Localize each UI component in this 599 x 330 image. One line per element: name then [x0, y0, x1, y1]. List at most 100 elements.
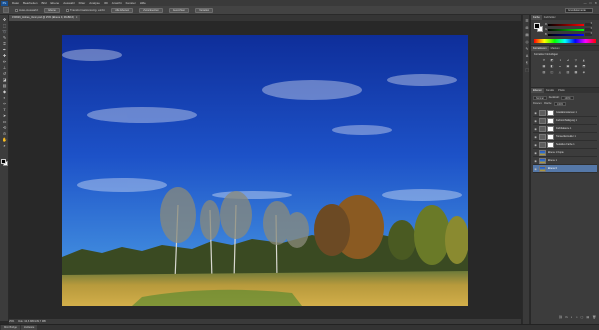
navigator-icon[interactable]: ◎	[524, 40, 530, 45]
show-transform-checkbox[interactable]: Transformationsstrg. einbl.	[65, 8, 105, 12]
red-slider-track[interactable]	[548, 23, 584, 26]
history-brush-tool-icon[interactable]: ↺	[1, 71, 8, 76]
type-tool-icon[interactable]: T	[1, 107, 8, 112]
crop-tool-icon[interactable]: ⌗	[1, 41, 8, 46]
tab-adjustments[interactable]: Korrekturen	[531, 46, 549, 51]
visibility-eye-icon[interactable]: ◉	[533, 159, 538, 163]
tab-channels[interactable]: Kanäle	[544, 88, 556, 93]
blue-slider[interactable]: B 0	[545, 33, 597, 36]
adjustment-14-icon[interactable]: ◬	[557, 70, 563, 74]
lasso-tool-icon[interactable]: ➰	[1, 29, 8, 34]
adjustment-4-icon[interactable]: ▽	[573, 58, 579, 62]
layer-thumbnail[interactable]	[539, 149, 546, 156]
layer-row[interactable]: ◉ Ebene 1	[533, 157, 597, 165]
adjustment-layer-icon[interactable]	[539, 109, 546, 116]
layer-mask-thumbnail[interactable]	[547, 117, 554, 124]
adjustment-layer-icon[interactable]	[539, 125, 546, 132]
path-select-tool-icon[interactable]: ➤	[1, 113, 8, 118]
layer-mask-thumbnail[interactable]	[547, 141, 554, 148]
adjustment-layer-icon[interactable]	[539, 117, 546, 124]
visibility-eye-icon[interactable]: ◉	[533, 151, 538, 155]
tab-paths[interactable]: Pfade	[556, 88, 567, 93]
layer-thumbnail[interactable]	[539, 157, 546, 164]
red-slider[interactable]: R 0	[545, 23, 597, 26]
dodge-tool-icon[interactable]: ◐	[1, 95, 8, 100]
layer-comps-icon[interactable]: ▤	[524, 33, 530, 38]
checkbox-box[interactable]	[65, 8, 69, 12]
layer-row[interactable]: ◉ Ebene 1 Kopie	[533, 149, 597, 157]
visibility-eye-icon[interactable]: ◉	[533, 127, 538, 131]
green-value-field[interactable]: 0	[585, 28, 592, 31]
color-panel-swatches[interactable]	[534, 23, 543, 32]
reset-button[interactable]: Zurücksetzen	[139, 7, 163, 13]
actions-icon[interactable]: ⊞	[524, 26, 530, 31]
adjustment-11-icon[interactable]: ⬒	[581, 64, 587, 68]
all-layers-button[interactable]: Alle Ebenen	[111, 7, 134, 13]
layer-row[interactable]: ◉ Ebene 0	[533, 165, 597, 173]
gradient-tool-icon[interactable]: ▤	[1, 83, 8, 88]
canvas-area[interactable]	[9, 21, 521, 321]
layer-row[interactable]: ◉ Farbbalance 1	[533, 125, 597, 133]
clone-source-icon[interactable]: ⬚	[524, 68, 530, 73]
3d-rotate-tool-icon[interactable]: ⟲	[1, 125, 8, 130]
shape-tool-icon[interactable]: ▭	[1, 119, 8, 124]
adjustment-13-icon[interactable]: ◫	[549, 70, 555, 74]
adjustment-6-icon[interactable]: ▦	[541, 64, 547, 68]
tab-mini-bridge[interactable]: Mini Bridge	[1, 325, 20, 330]
foreground-color-swatch[interactable]	[534, 23, 540, 29]
workspace-switcher[interactable]: Grundelemente	[565, 8, 593, 13]
tool-preset-picker[interactable]	[3, 7, 9, 13]
layer-mask-thumbnail[interactable]	[547, 109, 554, 116]
eyedropper-tool-icon[interactable]: ✒	[1, 47, 8, 52]
layer-style-icon[interactable]: fx	[566, 315, 568, 321]
adjustment-3-icon[interactable]: ⊿	[565, 58, 571, 62]
adjustment-10-icon[interactable]: ◉	[573, 64, 579, 68]
layer-mask-thumbnail[interactable]	[547, 133, 554, 140]
adjustment-5-icon[interactable]: ◭	[581, 58, 587, 62]
healing-brush-tool-icon[interactable]: ✚	[1, 53, 8, 58]
marquee-tool-icon[interactable]: ⬚	[1, 23, 8, 28]
adjustment-0-icon[interactable]: ☀	[541, 58, 547, 62]
character-icon[interactable]: A	[524, 54, 530, 59]
new-group-icon[interactable]: ▢	[581, 315, 584, 321]
new-layer-icon[interactable]: ▤	[586, 315, 589, 321]
adjustment-layer-icon[interactable]	[539, 141, 546, 148]
align-button[interactable]: Ausrichten	[168, 7, 190, 13]
pen-tool-icon[interactable]: ✑	[1, 101, 8, 106]
layer-mask-thumbnail[interactable]	[547, 125, 554, 132]
adjustment-12-icon[interactable]: ▨	[541, 70, 547, 74]
brush-tool-icon[interactable]: ✏	[1, 59, 8, 64]
blue-value-field[interactable]: 0	[585, 33, 592, 36]
green-slider-track[interactable]	[548, 28, 584, 31]
visibility-eye-icon[interactable]: ◉	[533, 167, 538, 171]
visibility-eye-icon[interactable]: ◉	[533, 135, 538, 139]
adjustment-layer-icon[interactable]	[539, 133, 546, 140]
zoom-tool-icon[interactable]: ⌕	[1, 143, 8, 148]
tab-color[interactable]: Farbe	[531, 15, 542, 20]
delete-layer-icon[interactable]: 🗑	[592, 315, 596, 321]
checkbox-box[interactable]	[15, 8, 18, 12]
document-image[interactable]	[62, 35, 468, 306]
visibility-eye-icon[interactable]: ◉	[533, 143, 538, 147]
move-tool-icon[interactable]: ✥	[1, 17, 8, 22]
layer-row[interactable]: ◉ Tonwertkorrektur 1	[533, 133, 597, 141]
green-slider[interactable]: G 0	[545, 28, 597, 31]
adjustment-15-icon[interactable]: ▥	[565, 70, 571, 74]
layer-row[interactable]: ◉ Farbton/Sättigung 1	[533, 117, 597, 125]
blend-mode-select[interactable]: Normal	[533, 95, 547, 100]
history-icon[interactable]: ☰	[524, 19, 530, 24]
eraser-tool-icon[interactable]: ◪	[1, 77, 8, 82]
adjustment-9-icon[interactable]: ▣	[565, 64, 571, 68]
adjustment-1-icon[interactable]: ◩	[549, 58, 555, 62]
adjustment-2-icon[interactable]: ◑	[557, 58, 563, 62]
link-layers-icon[interactable]: ⛓	[559, 315, 563, 321]
foreground-color-swatch[interactable]	[1, 159, 6, 164]
opacity-field[interactable]: 100%	[561, 95, 574, 100]
distribute-button[interactable]: Verteilen	[195, 7, 214, 13]
visibility-eye-icon[interactable]: ◉	[533, 119, 538, 123]
zoom-level[interactable]: 25%	[9, 320, 14, 323]
adjustment-17-icon[interactable]: ◈	[581, 70, 587, 74]
3d-camera-tool-icon[interactable]: ⊙	[1, 131, 8, 136]
adjustment-16-icon[interactable]: ▩	[573, 70, 579, 74]
adjustment-8-icon[interactable]: ◒	[557, 64, 563, 68]
